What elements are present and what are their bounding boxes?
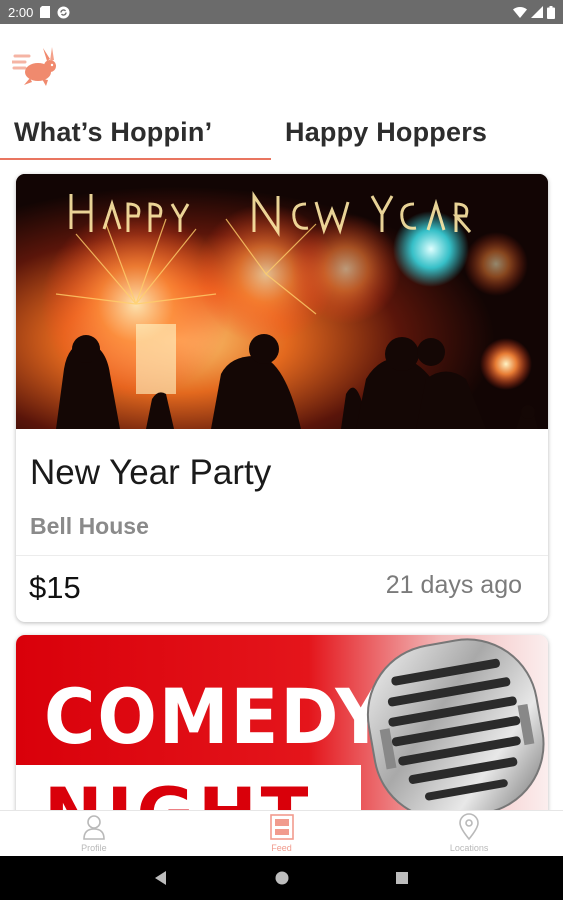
- bottom-navigation: Profile Feed Locations: [0, 810, 563, 856]
- status-time: 2:00: [8, 4, 34, 20]
- tab-bar: What’s Hoppin’ Happy Hoppers: [0, 104, 563, 160]
- nav-label: Profile: [81, 843, 107, 853]
- nav-profile[interactable]: Profile: [0, 811, 188, 856]
- nav-feed[interactable]: Feed: [188, 811, 376, 856]
- event-posted-time: 21 days ago: [385, 571, 522, 599]
- event-title: New Year Party: [30, 453, 272, 492]
- nav-label: Feed: [271, 843, 292, 853]
- tab-label: Happy Hoppers: [285, 116, 488, 147]
- event-price: $15: [29, 570, 81, 605]
- home-icon[interactable]: [275, 871, 289, 885]
- system-navigation-bar: [0, 856, 563, 900]
- card-divider: [16, 555, 548, 556]
- microphone-image: [366, 638, 545, 810]
- event-venue: Bell House: [30, 513, 149, 539]
- status-bar: 2:00: [0, 0, 563, 24]
- sync-icon: [57, 6, 70, 18]
- tab-label: What’s Hoppin’: [14, 116, 213, 147]
- nav-locations[interactable]: Locations: [375, 811, 563, 856]
- event-feed[interactable]: New Year Party Bell House $15 21 days ag…: [0, 160, 563, 810]
- person-icon: [83, 815, 105, 840]
- event-card[interactable]: COMEDY NIGHT: [16, 635, 548, 810]
- rabbit-logo-icon: [12, 47, 56, 86]
- app-header: [0, 24, 563, 104]
- wifi-icon: [513, 6, 527, 18]
- event-card[interactable]: New Year Party Bell House $15 21 days ag…: [16, 174, 548, 622]
- back-icon[interactable]: [155, 871, 166, 885]
- event-image-comedy-night: COMEDY NIGHT: [16, 635, 548, 810]
- location-pin-icon: [459, 813, 479, 841]
- tab-whats-hoppin[interactable]: What’s Hoppin’: [14, 104, 212, 160]
- status-right: [513, 5, 555, 19]
- tab-happy-hoppers[interactable]: Happy Hoppers: [285, 104, 487, 160]
- event-image-new-year: [16, 174, 548, 429]
- feed-icon: [269, 814, 294, 840]
- sd-card-icon: [40, 6, 51, 18]
- event-card-body: New Year Party Bell House $15 21 days ag…: [16, 429, 548, 622]
- status-left: 2:00: [8, 5, 70, 20]
- recents-icon[interactable]: [396, 872, 408, 884]
- battery-icon: [547, 5, 555, 19]
- system-nav-buttons: [155, 871, 408, 885]
- nav-label: Locations: [449, 843, 489, 853]
- signal-icon: [531, 6, 543, 18]
- fireworks-image: [16, 174, 548, 429]
